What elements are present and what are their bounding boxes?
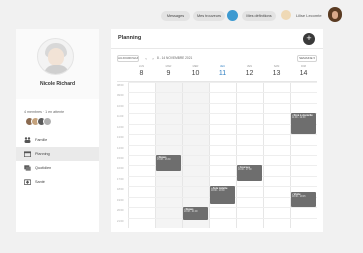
messages-button[interactable]: Messages (161, 11, 190, 21)
hour-label: 08:00 (117, 84, 124, 87)
calendar-event[interactable]: ▪ Kiné à domicile 11:00 - 12:30 (291, 113, 316, 135)
calendar-grid: 08:00 09:00 10:00 11:00 12:00 13:00 14:00 15:00… (117, 81, 317, 228)
day-header[interactable]: SAM 13 (263, 65, 290, 79)
profile-avatar (37, 38, 74, 75)
hour-line (128, 123, 317, 125)
hour-label: 14:00 (117, 146, 124, 150)
add-event-button[interactable]: + (303, 33, 315, 45)
calendar-event[interactable]: ▪ Visite 18:30 - 19:45 (291, 191, 316, 208)
hour-label: 19:00 (117, 198, 124, 202)
hour-line (128, 134, 317, 136)
hour-label: 13:00 (117, 136, 124, 140)
sidebar-item-label: Quotidien (35, 166, 52, 170)
definitions-button[interactable]: Mes définitions (242, 11, 276, 21)
day-number: 12 (245, 70, 254, 77)
event-time: 11:00 - 12:30 (292, 117, 306, 120)
sidebar-item-label: Planning (35, 152, 50, 156)
chevron-right-icon[interactable]: › (150, 55, 156, 62)
notification-icon[interactable] (227, 10, 238, 21)
day-number: 8 (139, 70, 144, 77)
sidebar-item-planning[interactable]: Planning (16, 147, 99, 161)
day-number: 14 (299, 70, 308, 77)
day-header[interactable]: MER 10 (182, 65, 209, 79)
hour-line (128, 92, 317, 94)
profile-name: Nicole Richard (39, 81, 75, 87)
hour-label: 18:00 (117, 188, 124, 192)
sidebar-item-quotidien[interactable]: Quotidien (16, 161, 99, 175)
event-time: 20:00 - 21:00 (184, 211, 198, 214)
hour-line (128, 207, 317, 209)
health-icon (24, 179, 31, 185)
hour-line (128, 113, 317, 115)
today-button[interactable]: AUJOURD'HUI (117, 55, 139, 62)
calendar-icon (24, 151, 31, 157)
event-time: 18:30 - 19:45 (292, 195, 306, 198)
family-icon (24, 137, 31, 143)
day-header[interactable]: VEN 12 (236, 65, 263, 79)
sidebar-item-sante[interactable]: Santé (16, 175, 99, 189)
day-header[interactable]: JEU 11 (209, 65, 236, 79)
calendar-event[interactable]: ▪ Courses 16:00 - 17:30 (237, 165, 262, 182)
sidebar: Nicole Richard 4 membres · 1 en attente … (16, 29, 99, 232)
team-label: 4 membres · 1 en attente (24, 110, 65, 114)
hour-line (128, 82, 317, 83)
sidebar-item-famille[interactable]: Famille (16, 133, 99, 147)
day-number: 11 (218, 70, 227, 77)
divider (111, 48, 323, 49)
event-time: 18:00 - 19:30 (211, 190, 225, 193)
user-badge-icon[interactable] (281, 10, 291, 20)
planning-panel: Planning + AUJOURD'HUI ‹ › 8 - 14 NOVEMB… (111, 29, 323, 232)
daily-icon (24, 165, 31, 171)
day-headers: LUN 8 MAR 9 MER 10 JEU 11 VEN 12 SAM 13 DIM 14 (128, 65, 317, 79)
hour-line (128, 175, 317, 177)
hour-label: 15:00 (117, 157, 124, 160)
hour-label: 09:00 (117, 94, 124, 98)
finders-button[interactable]: Mes trouveurs (193, 11, 225, 21)
event-time: 15:00 - 16:30 (157, 159, 171, 161)
user-avatar[interactable] (328, 7, 342, 22)
calendar-event[interactable]: ▪ Aide toilette 18:00 - 19:30 (210, 186, 235, 204)
day-header[interactable]: MAR 9 (155, 65, 182, 79)
hour-label: 20:00 (117, 209, 124, 213)
day-header[interactable]: LUN 8 (128, 65, 155, 79)
day-number: 10 (191, 70, 200, 77)
chevron-left-icon[interactable]: ‹ (143, 55, 149, 62)
hour-label: 11:00 (117, 115, 124, 119)
hour-label: 21:00 (117, 219, 124, 223)
date-range: 8 - 14 NOVEMBRE 2021 (157, 56, 193, 60)
day-number: 13 (272, 70, 281, 77)
page-title: Planning (118, 35, 142, 41)
sidebar-item-label: Santé (35, 180, 45, 184)
hour-line (128, 144, 317, 146)
calendar-event[interactable]: ▪ Repas 20:00 - 21:00 (183, 207, 208, 220)
hour-label: 10:00 (117, 104, 124, 108)
event-time: 16:00 - 17:30 (238, 169, 252, 172)
hour-label: 16:00 (117, 167, 124, 171)
hour-line (128, 217, 317, 219)
top-bar: Messages Mes trouveurs Mes définitions L… (0, 0, 363, 30)
calendar-toolbar: AUJOURD'HUI ‹ › 8 - 14 NOVEMBRE 2021 SEM… (117, 55, 317, 63)
hour-line (128, 102, 317, 104)
day-number: 9 (166, 70, 171, 77)
sidebar-nav: Famille Planning Quotidien Santé (16, 133, 99, 189)
hour-label: 12:00 (117, 125, 124, 129)
user-name[interactable]: Lilise Lecomte (296, 11, 322, 21)
sidebar-item-label: Famille (35, 138, 48, 142)
view-select[interactable]: SEMAINE ▾ (297, 55, 317, 62)
day-header[interactable]: DIM 14 (290, 65, 317, 79)
hour-label: 17:00 (117, 177, 124, 181)
calendar-event[interactable]: ▪ Repas 15:00 - 16:30 (156, 155, 181, 171)
